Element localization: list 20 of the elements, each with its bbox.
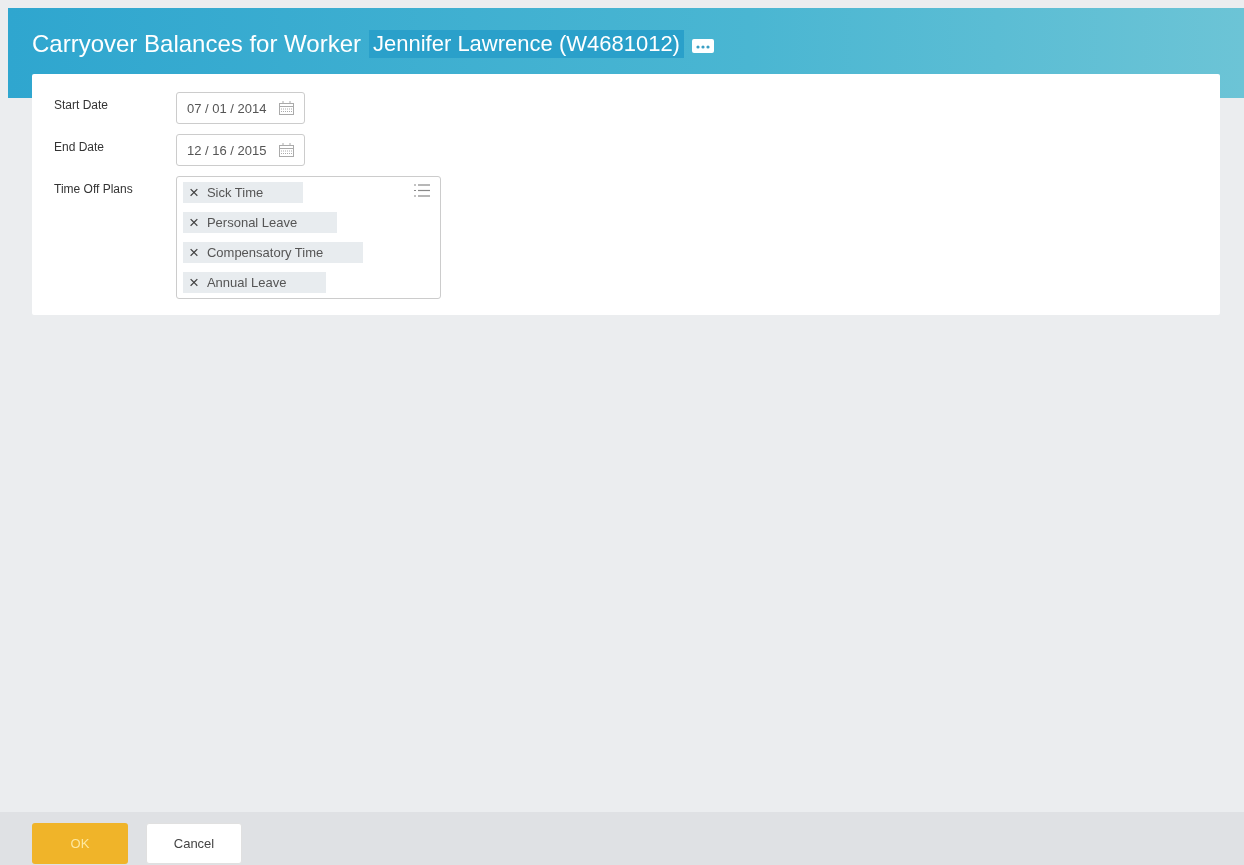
calendar-icon[interactable] — [278, 143, 294, 157]
selected-plan-pill[interactable]: × Sick Time — [183, 182, 304, 203]
selected-plan-pill[interactable]: × Compensatory Time — [183, 242, 364, 263]
field-label: End Date — [54, 139, 106, 154]
multi-select-field[interactable]: × Sick Time × Personal Leave × Compensatory Time × Annual Leave — [176, 176, 441, 299]
remove-icon[interactable]: × — [189, 185, 199, 200]
date-field[interactable]: 12 / 16 / 2015 — [176, 134, 305, 166]
calendar-icon[interactable] — [278, 101, 294, 115]
page-title: Carryover Balances for Worker — [32, 30, 361, 58]
field-label: Start Date — [54, 97, 110, 112]
more-icon[interactable] — [691, 39, 714, 53]
field-label: Time Off Plans — [54, 181, 134, 196]
remove-icon[interactable]: × — [189, 275, 199, 290]
list-icon[interactable] — [414, 184, 430, 197]
date-field[interactable]: 07 / 01 / 2014 — [176, 92, 305, 124]
cancel-button[interactable]: Cancel — [146, 823, 242, 864]
remove-icon[interactable]: × — [189, 215, 199, 230]
selected-plan-pill[interactable]: × Personal Leave — [183, 212, 338, 233]
selected-plan-pill[interactable]: × Annual Leave — [183, 272, 327, 293]
remove-icon[interactable]: × — [189, 245, 199, 260]
